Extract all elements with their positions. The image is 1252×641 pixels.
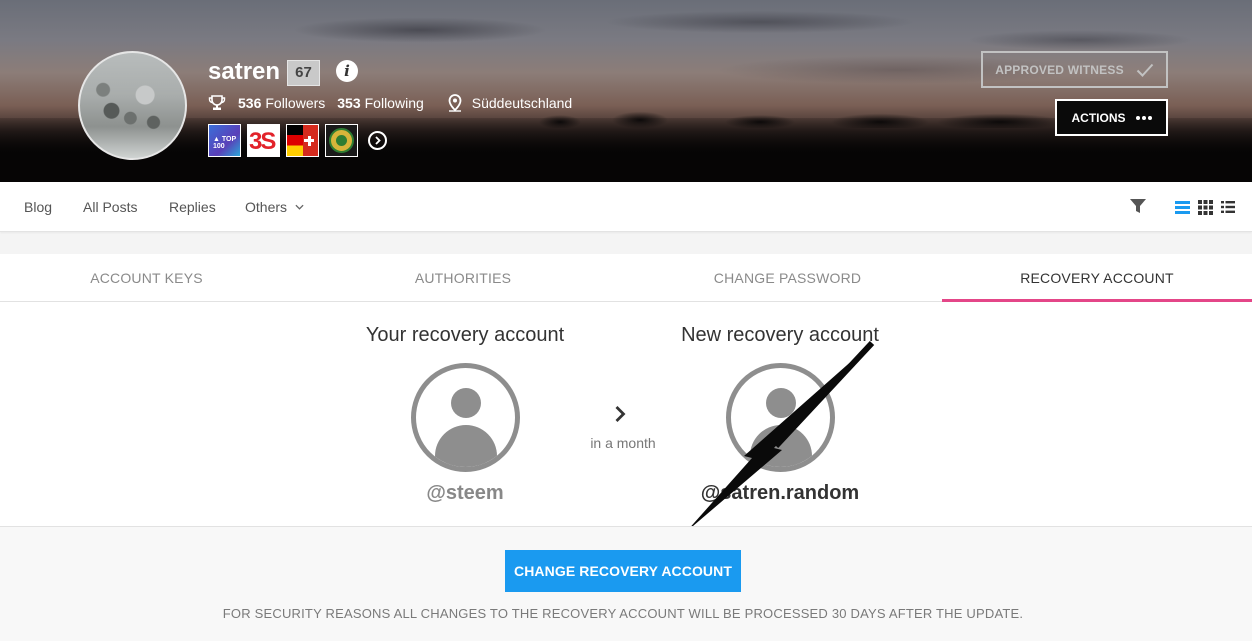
tab-recovery-account[interactable]: RECOVERY ACCOUNT [942,254,1252,302]
nav-all-posts[interactable]: All Posts [83,199,137,215]
witness-label: APPROVED WITNESS [995,62,1124,77]
following-count: 353 [337,95,361,111]
view-compact-icon[interactable] [1221,201,1235,213]
settings-panel: ACCOUNT KEYS AUTHORITIES CHANGE PASSWORD… [0,254,1252,526]
actions-button[interactable]: ACTIONS [1055,99,1168,136]
recovery-action-panel: CHANGE RECOVERY ACCOUNT FOR SECURITY REA… [0,526,1252,641]
chevron-right-icon [615,406,626,422]
map-pin-icon [448,94,462,112]
checkmark-icon [1136,63,1154,77]
ellipsis-icon [1135,115,1152,120]
current-recovery-heading: Your recovery account [365,324,565,346]
followers-count: 536 [238,95,262,111]
following-label: Following [364,95,424,111]
actions-label: ACTIONS [1071,110,1126,125]
tab-change-password[interactable]: CHANGE PASSWORD [633,254,942,302]
badge-3s[interactable]: 3S [247,124,280,157]
info-icon[interactable]: i [336,60,358,82]
following-link[interactable]: 353 Following [337,95,424,111]
profile-username: satren [208,58,281,85]
tab-account-keys[interactable]: ACCOUNT KEYS [0,254,293,302]
view-list-icon[interactable] [1175,201,1190,214]
tab-authorities[interactable]: AUTHORITIES [293,254,633,302]
reputation-badge: 67 [287,60,320,86]
profile-cover [0,0,1252,182]
nav-replies[interactable]: Replies [169,199,216,215]
approved-witness-button[interactable]: APPROVED WITNESS [981,51,1168,88]
annotation-strike-mark [686,340,875,532]
filter-icon[interactable] [1130,199,1146,213]
chevron-right-circle-icon [375,136,381,145]
current-recovery-avatar [411,363,520,472]
trophy-icon [208,95,226,110]
transition-label: in a month [590,435,656,451]
change-recovery-account-button[interactable]: CHANGE RECOVERY ACCOUNT [505,550,741,592]
security-notice: FOR SECURITY REASONS ALL CHANGES TO THE … [222,606,1024,621]
badge-list: ▲ TOP 100 3S [208,124,387,157]
badge-flag[interactable] [286,124,319,157]
active-tab-indicator [942,299,1252,302]
current-recovery-username: @steem [426,482,504,504]
followers-label: Followers [265,95,326,111]
nav-others-label: Others [245,199,288,215]
profile-location: Süddeutschland [471,95,573,111]
badge-top100[interactable]: ▲ TOP 100 [208,124,241,157]
badge-emblem[interactable] [325,124,358,157]
nav-blog[interactable]: Blog [24,199,52,215]
profile-stats: 536 Followers 353 Following Süddeutschland [208,94,572,112]
view-grid-icon[interactable] [1198,200,1213,215]
more-badges-button[interactable] [368,131,387,150]
followers-link[interactable]: 536 Followers [238,95,325,111]
nav-others[interactable]: Others [245,199,304,215]
profile-navbar: Blog All Posts Replies Others [0,182,1252,232]
profile-avatar[interactable] [78,51,187,160]
chevron-down-icon [295,204,304,210]
